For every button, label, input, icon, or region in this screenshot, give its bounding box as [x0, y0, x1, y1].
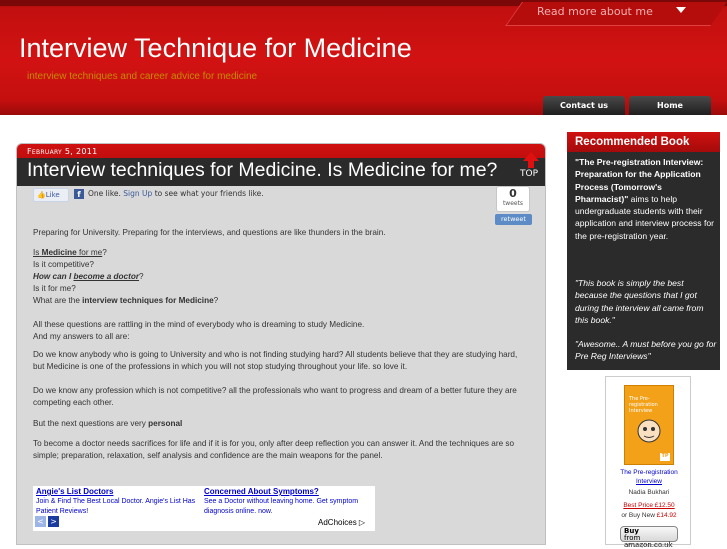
nav-home-button[interactable]: Home — [629, 96, 711, 115]
become-doctor-link[interactable]: become a doctor — [74, 272, 140, 281]
recommended-book-panel: Recommended Book "The Pre-registration I… — [567, 132, 720, 370]
book-quote: "Awesome.. A must before you go for Pre … — [575, 339, 717, 362]
sidebar-heading: Recommended Book — [567, 132, 720, 152]
tweet-label: tweets — [502, 200, 524, 207]
top-link[interactable]: TOP — [520, 169, 538, 179]
amazon-book-widget: The Pre-registration Interview TP The Pr… — [605, 376, 692, 549]
buy-new-price: or Buy New £14.92 — [621, 512, 677, 519]
cartoon-face-icon — [637, 419, 661, 443]
personal-link[interactable]: personal — [148, 419, 182, 428]
question-list: Is Medicine for me? Is it competitive? H… — [33, 248, 219, 305]
blog-post: February 5, 2011 Interview techniques fo… — [16, 143, 546, 545]
post-header: February 5, 2011 Interview techniques fo… — [17, 144, 545, 186]
facebook-signup-link[interactable]: Sign Up — [123, 189, 152, 198]
ad-description[interactable]: See a Doctor without leaving home. Get s… — [204, 497, 370, 516]
post-title[interactable]: Interview techniques for Medicine. Is Me… — [27, 159, 497, 182]
interview-techniques-link[interactable]: interview techniques for Medicine — [82, 296, 213, 305]
facebook-like-button[interactable]: 👍Like — [33, 188, 69, 202]
buy-from-amazon-button[interactable]: Buy from amazon.co.uk — [620, 526, 678, 549]
ad-block: Angie's List Doctors Join & Find The Bes… — [33, 486, 375, 531]
site-tagline: interview techniques and career advice f… — [27, 71, 258, 82]
post-paragraph: All these questions are rattling in the … — [33, 320, 365, 341]
thumbs-up-icon: 👍 — [37, 191, 46, 199]
book-title-link[interactable]: The Pre-registration Interview — [606, 468, 692, 486]
nav-contact-button[interactable]: Contact us — [543, 96, 625, 115]
medicine-link[interactable]: Is Medicine for me — [33, 248, 102, 257]
post-date: February 5, 2011 — [27, 147, 98, 156]
site-title[interactable]: Interview Technique for Medicine — [19, 33, 412, 64]
best-price-link[interactable]: Best Price £12.50 — [606, 501, 692, 510]
ad-next-icon[interactable]: > — [48, 516, 59, 527]
post-paragraph: Do we know any profession which is not c… — [33, 386, 517, 407]
chevron-down-icon[interactable] — [676, 7, 686, 13]
ad-description[interactable]: Join & Find The Best Local Doctor. Angie… — [36, 497, 202, 516]
adchoices-link[interactable]: AdChoices ▷ — [318, 518, 365, 527]
ad-title-link[interactable]: Concerned About Symptoms? — [204, 487, 319, 496]
like-count-text: One like. Sign Up to see what your frien… — [88, 189, 264, 198]
post-paragraph: To become a doctor needs sacrifices for … — [33, 439, 515, 460]
book-cover-image[interactable]: The Pre-registration Interview TP — [624, 385, 674, 465]
site-header: Read more about me Interview Technique f… — [0, 0, 727, 115]
tweet-counter: 0 tweets — [496, 186, 530, 212]
privacy-information-link[interactable]: Privacy Information — [606, 543, 692, 549]
post-paragraph: Do we know anybody who is going to Unive… — [33, 350, 518, 371]
book-author: Nadia Bukhari — [628, 489, 670, 496]
tweet-count: 0 — [509, 187, 517, 200]
retweet-button[interactable]: retweet — [495, 214, 532, 225]
post-paragraph: But the next questions are very personal — [33, 419, 183, 428]
facebook-icon: f — [74, 189, 84, 199]
ad-prev-icon[interactable]: < — [35, 516, 46, 527]
arrow-up-icon[interactable] — [519, 152, 543, 184]
post-paragraph: Preparing for University. Preparing for … — [33, 228, 386, 237]
book-quote: "This book is simply the best because th… — [575, 278, 704, 325]
ad-title-link[interactable]: Angie's List Doctors — [36, 487, 113, 496]
read-more-link[interactable]: Read more about me — [537, 5, 653, 18]
book-description: "The Pre-registration Interview: Prepara… — [575, 157, 715, 241]
